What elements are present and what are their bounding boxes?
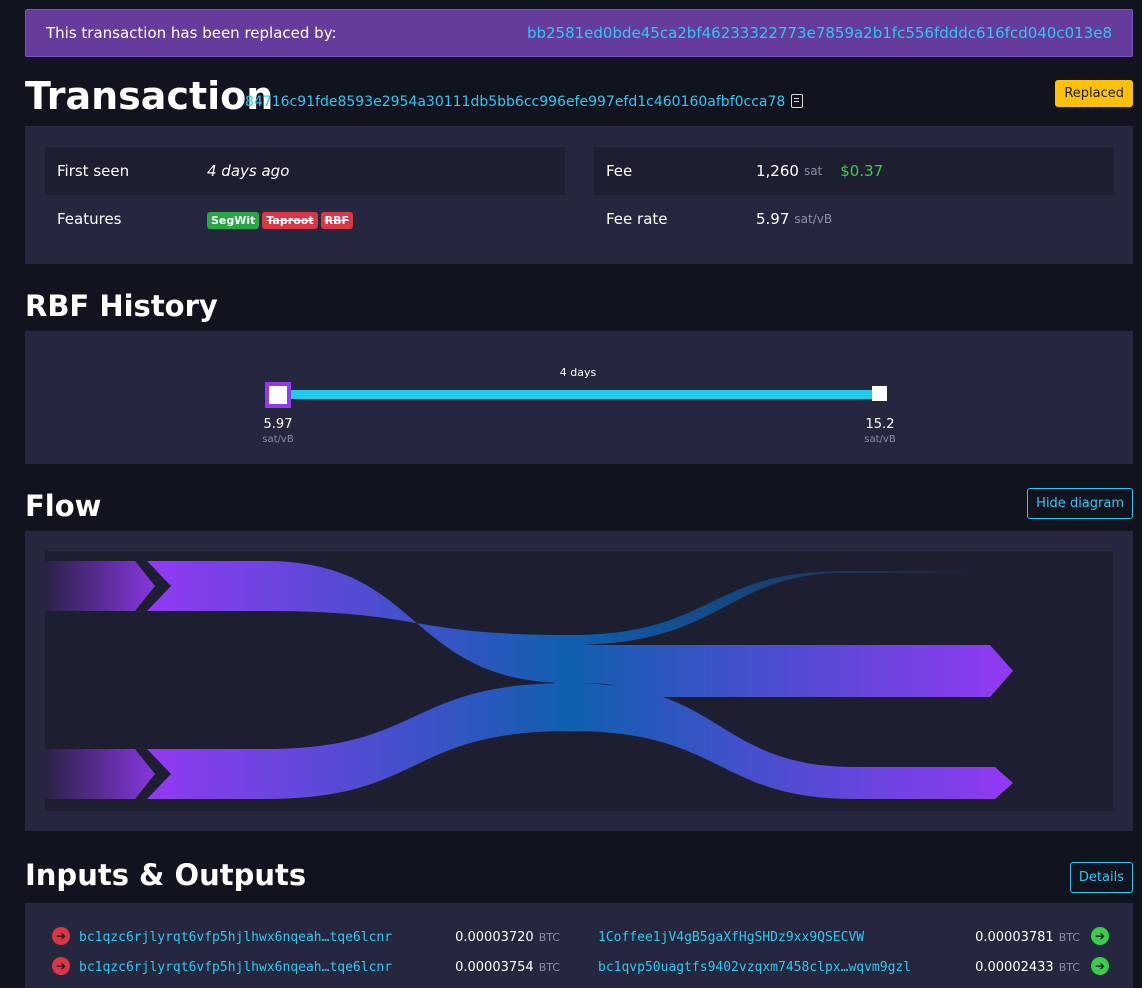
input-amount: 0.00003754 BTC bbox=[400, 960, 560, 975]
features-list: SegWit Taproot RBF bbox=[207, 210, 356, 229]
rbf-timeline: 4 days 5.97 sat/vB 15.2 sat/vB bbox=[262, 366, 896, 445]
features-label: Features bbox=[57, 210, 122, 228]
details-right-column: Fee 1,260 sat $0.37 Fee rate 5.97 sat/vB bbox=[594, 147, 1114, 243]
txid-text[interactable]: 84716c91fde8593e2954a30111db5bb6cc996efe… bbox=[245, 94, 785, 110]
flow-diagram bbox=[45, 551, 1113, 811]
output-amount: 0.00003781 BTC bbox=[920, 930, 1080, 945]
input-amount: 0.00003720 BTC bbox=[400, 930, 560, 945]
rbf-start-rate: 5.97 bbox=[264, 417, 293, 432]
rbf-end-rate: 15.2 bbox=[866, 417, 895, 432]
io-panel: ➔ bc1qzc6rjlyrqt6vfp5hjlhwx6nqeah…tqe6lc… bbox=[25, 903, 1133, 988]
output-amount-unit: BTC bbox=[1058, 961, 1080, 974]
input-address[interactable]: bc1qzc6rjlyrqt6vfp5hjlhwx6nqeah…tqe6lcnr bbox=[79, 960, 392, 975]
first-seen-label: First seen bbox=[57, 162, 130, 180]
input-amount-value: 0.00003720 bbox=[455, 930, 534, 945]
input-amount-unit: BTC bbox=[538, 931, 560, 944]
input-amount-value: 0.00003754 bbox=[455, 960, 534, 975]
flow-panel bbox=[25, 531, 1133, 831]
output-amount-value: 0.00002433 bbox=[975, 960, 1054, 975]
features-row: Features SegWit Taproot RBF bbox=[45, 195, 565, 243]
transaction-header: Transaction 84716c91fde8593e2954a30111db… bbox=[25, 72, 1133, 122]
flow-title: Flow bbox=[25, 489, 102, 523]
fee-label: Fee bbox=[606, 162, 633, 180]
replaced-banner-text: This transaction has been replaced by: bbox=[46, 24, 337, 42]
io-row: ➔ bc1qzc6rjlyrqt6vfp5hjlhwx6nqeah…tqe6lc… bbox=[25, 923, 1133, 953]
feature-taproot[interactable]: Taproot bbox=[262, 211, 318, 229]
details-panel: First seen 4 days ago Features SegWit Tap… bbox=[25, 126, 1133, 264]
output-amount: 0.00002433 BTC bbox=[920, 960, 1080, 975]
fee-rate-value: 5.97 bbox=[756, 210, 790, 228]
details-left-column: First seen 4 days ago Features SegWit Tap… bbox=[45, 147, 565, 243]
rbf-interval-label: 4 days bbox=[560, 366, 597, 379]
fee-fiat: $0.37 bbox=[840, 162, 884, 180]
io-title: Inputs & Outputs bbox=[25, 858, 307, 892]
replacement-txid-link[interactable]: bb2581ed0bde45ca2bf46233322773e7859a2b1f… bbox=[527, 24, 1112, 42]
output-arrow-icon[interactable]: ➔ bbox=[1091, 957, 1109, 975]
txid-link[interactable]: 84716c91fde8593e2954a30111db5bb6cc996efe… bbox=[245, 94, 804, 110]
rbf-end-node[interactable] bbox=[872, 386, 887, 401]
fee-unit: sat bbox=[803, 164, 823, 178]
rbf-timeline-panel: 4 days 5.97 sat/vB 15.2 sat/vB bbox=[25, 331, 1133, 464]
output-amount-unit: BTC bbox=[1058, 931, 1080, 944]
first-seen-value: 4 days ago bbox=[207, 162, 290, 180]
status-badge: Replaced bbox=[1055, 80, 1133, 107]
copy-icon[interactable] bbox=[791, 94, 804, 108]
output-arrow-icon[interactable]: ➔ bbox=[1091, 927, 1109, 945]
input-arrow-icon[interactable]: ➔ bbox=[52, 927, 70, 945]
replaced-banner: This transaction has been replaced by: b… bbox=[25, 9, 1133, 57]
fee-rate-label: Fee rate bbox=[606, 210, 668, 228]
io-row: ➔ bc1qzc6rjlyrqt6vfp5hjlhwx6nqeah…tqe6lc… bbox=[25, 953, 1133, 983]
rbf-start-unit: sat/vB bbox=[262, 434, 294, 445]
rbf-start-node[interactable] bbox=[265, 382, 291, 408]
hide-diagram-button[interactable]: Hide diagram bbox=[1027, 488, 1133, 519]
first-seen-row: First seen 4 days ago bbox=[45, 147, 565, 195]
rbf-end-unit: sat/vB bbox=[864, 434, 896, 445]
feature-segwit[interactable]: SegWit bbox=[207, 211, 260, 229]
page-title: Transaction bbox=[25, 74, 274, 118]
fee-row: Fee 1,260 sat $0.37 bbox=[594, 147, 1114, 195]
flow-output-2[interactable] bbox=[570, 645, 1013, 697]
flow-input-stub-2[interactable] bbox=[45, 749, 155, 799]
feature-rbf[interactable]: RBF bbox=[320, 211, 353, 229]
input-arrow-icon[interactable]: ➔ bbox=[52, 957, 70, 975]
input-amount-unit: BTC bbox=[538, 961, 560, 974]
flow-node-center bbox=[555, 635, 585, 731]
flow-input-stub-1[interactable] bbox=[45, 561, 155, 611]
input-address[interactable]: bc1qzc6rjlyrqt6vfp5hjlhwx6nqeah…tqe6lcnr bbox=[79, 930, 392, 945]
fee-rate-row: Fee rate 5.97 sat/vB bbox=[594, 195, 1114, 243]
details-button[interactable]: Details bbox=[1069, 862, 1133, 893]
output-address[interactable]: 1Coffee1jV4gB5gaXfHgSHDz9xx9QSECVW bbox=[598, 930, 864, 945]
fee-rate-unit: sat/vB bbox=[794, 212, 833, 226]
rbf-history-title: RBF History bbox=[25, 289, 218, 323]
output-address[interactable]: bc1qvp50uagtfs9402vzqxm7458clpx…wqvm9gzl bbox=[598, 960, 911, 975]
fee-value: 1,260 bbox=[756, 162, 799, 180]
rbf-timeline-bar bbox=[279, 390, 879, 399]
output-amount-value: 0.00003781 bbox=[975, 930, 1054, 945]
